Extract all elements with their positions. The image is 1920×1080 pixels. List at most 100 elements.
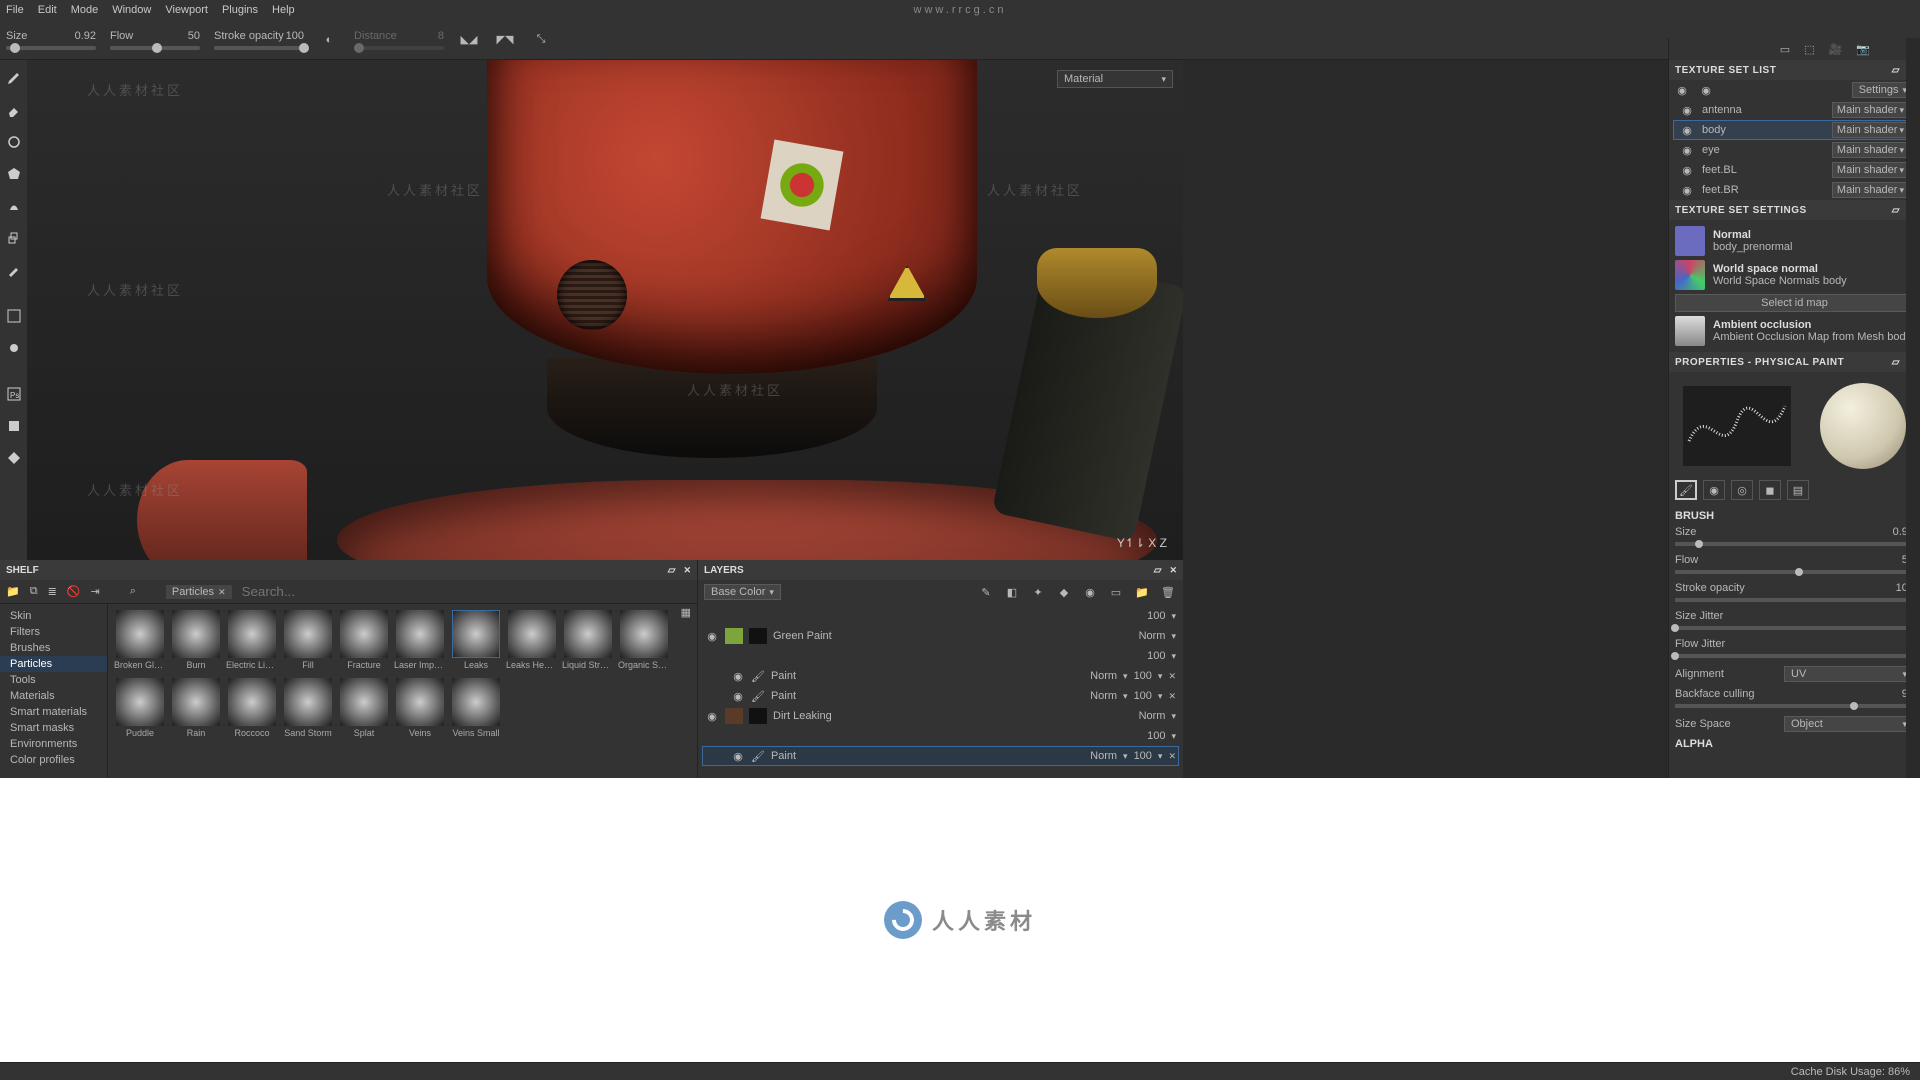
tss-select-id-map[interactable]: Select id map	[1675, 294, 1914, 312]
remove-effect-icon[interactable]	[1168, 690, 1176, 702]
tss-map-normal[interactable]: Normalbody_prenormal	[1675, 224, 1914, 258]
layer-opacity[interactable]: 100	[1134, 750, 1152, 762]
shelf-category[interactable]: Brushes	[0, 640, 107, 656]
layer-name[interactable]: Paint	[771, 690, 796, 702]
polygon-fill-icon[interactable]	[4, 164, 24, 184]
layer-row[interactable]: 100	[702, 646, 1179, 666]
visibility-icon[interactable]: ◉	[1680, 123, 1694, 137]
material-picker-icon[interactable]	[4, 260, 24, 280]
shelf-item[interactable]: Sand Storm	[282, 678, 334, 738]
shader-dropdown[interactable]: Main shader	[1832, 142, 1909, 158]
layer-visibility-icon[interactable]: ◉	[731, 749, 745, 763]
close-icon[interactable]	[683, 565, 691, 576]
prop-backface[interactable]: Backface culling90	[1675, 688, 1914, 708]
layer-blend-controls[interactable]: Norm100	[1090, 670, 1176, 682]
shelf-category[interactable]: Smart materials	[0, 704, 107, 720]
tss-map-ao[interactable]: Ambient occlusionAmbient Occlusion Map f…	[1675, 314, 1914, 348]
shelf-item[interactable]: Puddle	[114, 678, 166, 738]
opt-size[interactable]: Size0.92	[6, 30, 96, 50]
tss-map-wsn[interactable]: World space normalWorld Space Normals bo…	[1675, 258, 1914, 292]
fill-tab-icon[interactable]: ◼	[1759, 480, 1781, 500]
remove-chip-icon[interactable]	[218, 586, 226, 598]
layer-row[interactable]: ◉Green PaintNorm	[702, 626, 1179, 646]
brush-tab-icon[interactable]: 🖌	[1675, 480, 1697, 500]
layer-blend-controls[interactable]: Norm 100	[1090, 750, 1176, 762]
right-column-scrollbar[interactable]	[1906, 38, 1920, 778]
smudge-tool-icon[interactable]	[4, 196, 24, 216]
viewport-shading-dropdown[interactable]: Material	[1057, 70, 1173, 88]
layer-row[interactable]: 100	[702, 726, 1179, 746]
maximize-icon[interactable]	[1892, 205, 1900, 216]
shelf-item[interactable]: Laser Impact	[394, 610, 446, 670]
add-group-icon[interactable]: ▭	[1107, 583, 1125, 601]
remove-effect-icon[interactable]	[1168, 670, 1176, 682]
shelf-category[interactable]: Materials	[0, 688, 107, 704]
symmetry-x-icon[interactable]: ◣◢	[458, 29, 480, 51]
add-folder-icon[interactable]: 📁	[1133, 583, 1151, 601]
maximize-icon[interactable]	[1892, 65, 1900, 76]
prop-size-slider[interactable]	[1675, 542, 1914, 546]
layer-blend-controls[interactable]: 100	[1147, 610, 1176, 622]
shader-dropdown[interactable]: Main shader	[1832, 162, 1909, 178]
wand-icon[interactable]: ✎	[977, 583, 995, 601]
alpha-tab-icon[interactable]: ◉	[1703, 480, 1725, 500]
stencil-tab-icon[interactable]: ◎	[1731, 480, 1753, 500]
shelf-category[interactable]: Tools	[0, 672, 107, 688]
prop-flow[interactable]: Flow50	[1675, 554, 1914, 574]
prop-sjit-slider[interactable]	[1675, 626, 1914, 630]
prop-size-jitter[interactable]: Size Jitter0	[1675, 610, 1914, 630]
viewport-axis-gizmo[interactable]: Y↿⇂ X Z	[1117, 536, 1167, 550]
display-2d-icon[interactable]: ▭	[1780, 43, 1790, 56]
layer-blend-controls[interactable]: Norm	[1139, 630, 1176, 642]
shelf-item[interactable]: Splat	[338, 678, 390, 738]
shelf-category[interactable]: Environments	[0, 736, 107, 752]
display-camera-icon[interactable]: 🎥	[1829, 43, 1843, 56]
layer-mask-thumb[interactable]	[749, 708, 767, 724]
layer-opacity[interactable]: 100	[1134, 670, 1152, 682]
folder-icon[interactable]: 📁	[6, 585, 20, 598]
shelf-category[interactable]: Smart masks	[0, 720, 107, 736]
display-render-icon[interactable]: 📷	[1856, 43, 1870, 56]
quick-mask-icon[interactable]	[4, 306, 24, 326]
prop-alignment[interactable]: AlignmentUV	[1675, 666, 1914, 682]
layer-name[interactable]: Paint	[771, 670, 796, 682]
blend-mode[interactable]: Norm	[1139, 710, 1166, 722]
shelf-item[interactable]: Fracture	[338, 610, 390, 670]
layer-visibility-icon[interactable]: ◉	[731, 689, 745, 703]
layer-opacity[interactable]: 100	[1147, 730, 1165, 742]
add-effect-icon[interactable]: ✦	[1029, 583, 1047, 601]
visibility-icon[interactable]: ◉	[1680, 103, 1694, 117]
prop-backface-slider[interactable]	[1675, 704, 1914, 708]
filter-chip-particles[interactable]: Particles	[166, 585, 232, 599]
layer-blend-controls[interactable]: Norm	[1139, 710, 1176, 722]
photoshop-export-icon[interactable]: Ps	[4, 384, 24, 404]
layer-opacity[interactable]: 100	[1134, 690, 1152, 702]
display-3d-icon[interactable]: ⬚	[1804, 43, 1814, 56]
add-mask-icon[interactable]: ◧	[1003, 583, 1021, 601]
texture-set-item[interactable]: ◉feet.BRMain shader	[1673, 180, 1916, 200]
menu-file[interactable]: File	[6, 4, 24, 16]
tsl-settings-dropdown[interactable]: Settings	[1852, 82, 1914, 98]
shelf-item[interactable]: Liquid Stream	[562, 610, 614, 670]
substance-source-icon[interactable]	[4, 448, 24, 468]
menu-help[interactable]: Help	[272, 4, 295, 16]
shelf-item[interactable]: Electric Lines	[226, 610, 278, 670]
texture-set-item[interactable]: ◉feet.BLMain shader	[1673, 160, 1916, 180]
layer-row[interactable]: 100	[702, 606, 1179, 626]
shelf-search-input[interactable]	[242, 584, 362, 599]
layer-opacity[interactable]: 100	[1147, 610, 1165, 622]
prop-sizespace[interactable]: Size SpaceObject	[1675, 716, 1914, 732]
opt-flow[interactable]: Flow50	[110, 30, 200, 50]
shelf-category[interactable]: Skin	[0, 608, 107, 624]
shelf-category[interactable]: Color profiles	[0, 752, 107, 768]
layer-row[interactable]: ◉Dirt LeakingNorm	[702, 706, 1179, 726]
texture-set-item[interactable]: ◉antennaMain shader	[1673, 100, 1916, 120]
maximize-icon[interactable]	[1154, 565, 1162, 576]
maximize-icon[interactable]	[668, 565, 676, 576]
texture-set-item[interactable]: ◉bodyMain shader	[1673, 120, 1916, 140]
delete-layer-icon[interactable]: 🗑	[1159, 583, 1177, 601]
blend-mode[interactable]: Norm	[1090, 750, 1117, 762]
viewport-3d[interactable]: 人人素材社区 人人素材社区 人人素材社区 人人素材社区 人人素材社区 人人素材社…	[27, 60, 1183, 560]
layer-blend-controls[interactable]: 100	[1147, 650, 1176, 662]
prop-size[interactable]: Size0.92	[1675, 526, 1914, 546]
